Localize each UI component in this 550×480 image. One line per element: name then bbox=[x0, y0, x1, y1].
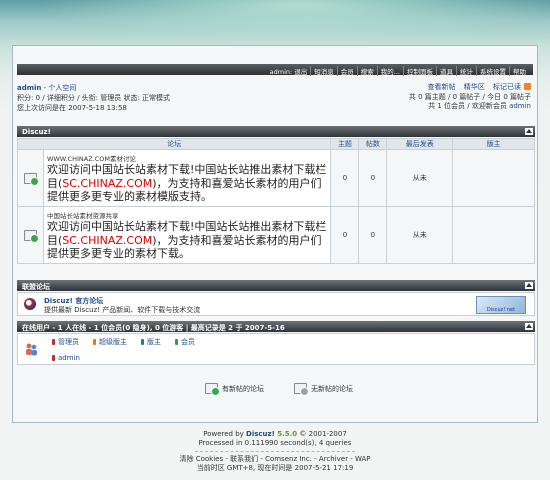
no-new-posts-forum-icon bbox=[294, 383, 309, 396]
legend-no-new-posts: 无新帖的论坛 bbox=[294, 383, 353, 396]
forum-last-post: 从未 bbox=[386, 149, 454, 207]
discuz-link[interactable]: Discuz! bbox=[246, 430, 275, 438]
last-visit: 您上次访问是在 2007-5-18 13:58 bbox=[17, 104, 127, 112]
forum-row: WWW.CHINAZ.COM素材讨论 欢迎访问中国站长站素材下载!中国站长站推出… bbox=[17, 149, 535, 207]
username-link[interactable]: admin bbox=[17, 84, 41, 92]
collapse-icon[interactable] bbox=[525, 128, 533, 135]
forum-topics: 0 bbox=[330, 206, 360, 264]
legend-mod: 版主 bbox=[141, 337, 161, 347]
nav-search[interactable]: 搜索 bbox=[356, 66, 377, 76]
new-member-link[interactable]: admin bbox=[509, 102, 531, 110]
nav-menu: admin: 退出 短消息 会员 搜索 我的... 控制面板 道具 统计 系统设… bbox=[267, 66, 529, 76]
partner-banner[interactable]: Discuz! net bbox=[476, 296, 526, 314]
forum-name-link[interactable]: WWW.CHINAZ.COM素材讨论 bbox=[47, 153, 328, 163]
new-posts-forum-icon bbox=[23, 229, 39, 243]
forum-description: 欢迎访问中国站长站素材下载!中国站长站推出素材下载栏目(SC.CHINAZ.CO… bbox=[46, 220, 327, 261]
footer-links[interactable]: 清除 Cookies - 联系我们 - Comsenz Inc. - Archi… bbox=[0, 455, 550, 464]
forum-status-cell bbox=[17, 206, 44, 264]
footer: Powered by Discuz! 5.5.0 © 2001-2007 Pro… bbox=[0, 430, 550, 473]
category-title[interactable]: Discuz! bbox=[22, 128, 51, 136]
forum-info-cell: WWW.CHINAZ.COM素材讨论 欢迎访问中国站长站素材下载!中国站长站推出… bbox=[42, 149, 332, 207]
legend-member: 会员 bbox=[175, 337, 195, 347]
footer-divider bbox=[195, 451, 355, 452]
admin-pin-icon bbox=[52, 355, 55, 361]
super-mod-pin-icon bbox=[93, 339, 96, 345]
new-posts-forum-icon bbox=[23, 172, 39, 186]
links-title: 联盟论坛 bbox=[22, 283, 50, 291]
legend-admin: 管理员 bbox=[52, 337, 79, 347]
nav-members[interactable]: 会员 bbox=[336, 66, 357, 76]
online-users-icon bbox=[26, 343, 37, 356]
forum-stats: 查看新帖 精华区 标记已读 共 0 篇主题 / 0 篇帖子 / 今日 0 篇帖子… bbox=[409, 83, 531, 112]
member-pin-icon bbox=[175, 339, 178, 345]
online-box: 管理员 超级版主 版主 会员 admin bbox=[17, 333, 535, 365]
stats-posts: 共 0 篇主题 / 0 篇帖子 / 今日 0 篇帖子 bbox=[408, 92, 531, 101]
forum-table-header: 论坛 主题 帖数 最后发表 版主 bbox=[16, 138, 535, 150]
footer-time: 当前时区 GMT+8, 现在时间是 2007-5-21 17:19 bbox=[196, 464, 354, 472]
col-posts: 帖数 bbox=[358, 138, 388, 150]
forum-icon-legend: 有新帖的论坛 无新帖的论坛 bbox=[205, 383, 353, 396]
online-title[interactable]: 在线用户 - 1 人在线 - 1 位会员(0 隐身), 0 位游客 | 最高记录… bbox=[22, 324, 285, 332]
forum-posts: 0 bbox=[358, 149, 388, 207]
online-header: 在线用户 - 1 人在线 - 1 位会员(0 隐身), 0 位游客 | 最高记录… bbox=[17, 321, 535, 332]
col-topics: 主题 bbox=[330, 138, 360, 150]
col-forum: 论坛 bbox=[16, 138, 332, 150]
mod-pin-icon bbox=[141, 339, 144, 345]
online-user: admin bbox=[52, 354, 80, 362]
powered-by: Powered by Discuz! 5.5.0 © 2001-2007 bbox=[203, 430, 347, 438]
digest-link[interactable]: 精华区 bbox=[464, 83, 485, 91]
discuz-logo-icon bbox=[24, 298, 36, 310]
stats-members: 共 1 位会员 / 欢迎新会员 bbox=[428, 102, 510, 110]
nav-system-settings[interactable]: 系统设置 bbox=[476, 66, 509, 76]
personal-space-link[interactable]: - 个人空间 bbox=[41, 84, 77, 92]
forum-container: admin: 退出 短消息 会员 搜索 我的... 控制面板 道具 统计 系统设… bbox=[12, 45, 538, 423]
forum-row: 中国站长站素材资源共享 欢迎访问中国站长站素材下载!中国站长站推出素材下载栏目(… bbox=[17, 206, 535, 264]
forum-status-cell bbox=[17, 149, 44, 207]
nav-stats[interactable]: 统计 bbox=[456, 66, 476, 76]
collapse-icon[interactable] bbox=[525, 282, 533, 289]
forum-name-link[interactable]: 中国站长站素材资源共享 bbox=[47, 210, 328, 220]
links-header: 联盟论坛 bbox=[17, 280, 535, 291]
forum-moderators bbox=[452, 206, 535, 264]
online-user-link[interactable]: admin bbox=[58, 354, 80, 362]
new-posts-forum-icon bbox=[205, 383, 220, 396]
forum-table: 论坛 主题 帖数 最后发表 版主 WWW.CHINAZ.COM素材讨论 欢迎访问… bbox=[16, 138, 535, 264]
forum-last-post: 从未 bbox=[386, 206, 454, 264]
online-legend: 管理员 超级版主 版主 会员 bbox=[52, 337, 195, 347]
forum-info-cell: 中国站长站素材资源共享 欢迎访问中国站长站素材下载!中国站长站推出素材下载栏目(… bbox=[42, 206, 332, 264]
forum-moderators bbox=[452, 149, 535, 207]
forum-topics: 0 bbox=[330, 149, 360, 207]
nav-logout[interactable]: admin: 退出 bbox=[267, 66, 311, 76]
legend-super-mod: 超级版主 bbox=[93, 337, 127, 347]
collapse-icon[interactable] bbox=[525, 323, 533, 330]
partner-forum-desc: 提供最新 Discuz! 产品新闻、软件下载与技术交流 bbox=[44, 306, 201, 314]
col-moderators: 版主 bbox=[452, 138, 535, 150]
legend-new-posts: 有新帖的论坛 bbox=[205, 383, 264, 396]
admin-pin-icon bbox=[52, 339, 55, 345]
nav-my[interactable]: 我的... bbox=[376, 66, 403, 76]
links-box: Discuz! 官方论坛 提供最新 Discuz! 产品新闻、软件下载与技术交流… bbox=[17, 292, 535, 316]
col-last-post: 最后发表 bbox=[386, 138, 454, 150]
user-credits: 积分: 0 / 详细积分 / 头衔: 管理员 状态: 正常模式 bbox=[17, 94, 171, 102]
nav-messages[interactable]: 短消息 bbox=[310, 66, 337, 76]
rss-icon[interactable] bbox=[524, 83, 531, 90]
nav-help[interactable]: 帮助 bbox=[509, 66, 529, 76]
user-info: admin - 个人空间 积分: 0 / 详细积分 / 头衔: 管理员 状态: … bbox=[17, 83, 170, 113]
nav-items[interactable]: 道具 bbox=[436, 66, 456, 76]
forum-description: 欢迎访问中国站长站素材下载!中国站长站推出素材下载栏目(SC.CHINAZ.CO… bbox=[46, 163, 327, 204]
category-header: Discuz! bbox=[17, 126, 535, 137]
top-nav-bar: admin: 退出 短消息 会员 搜索 我的... 控制面板 道具 统计 系统设… bbox=[17, 64, 533, 76]
view-new-posts-link[interactable]: 查看新帖 bbox=[428, 83, 456, 91]
mark-read-link[interactable]: 标记已读 bbox=[493, 83, 521, 91]
nav-control-panel[interactable]: 控制面板 bbox=[403, 66, 436, 76]
processed-time: Processed in 0.111990 second(s), 4 queri… bbox=[198, 439, 352, 447]
forum-posts: 0 bbox=[358, 206, 388, 264]
